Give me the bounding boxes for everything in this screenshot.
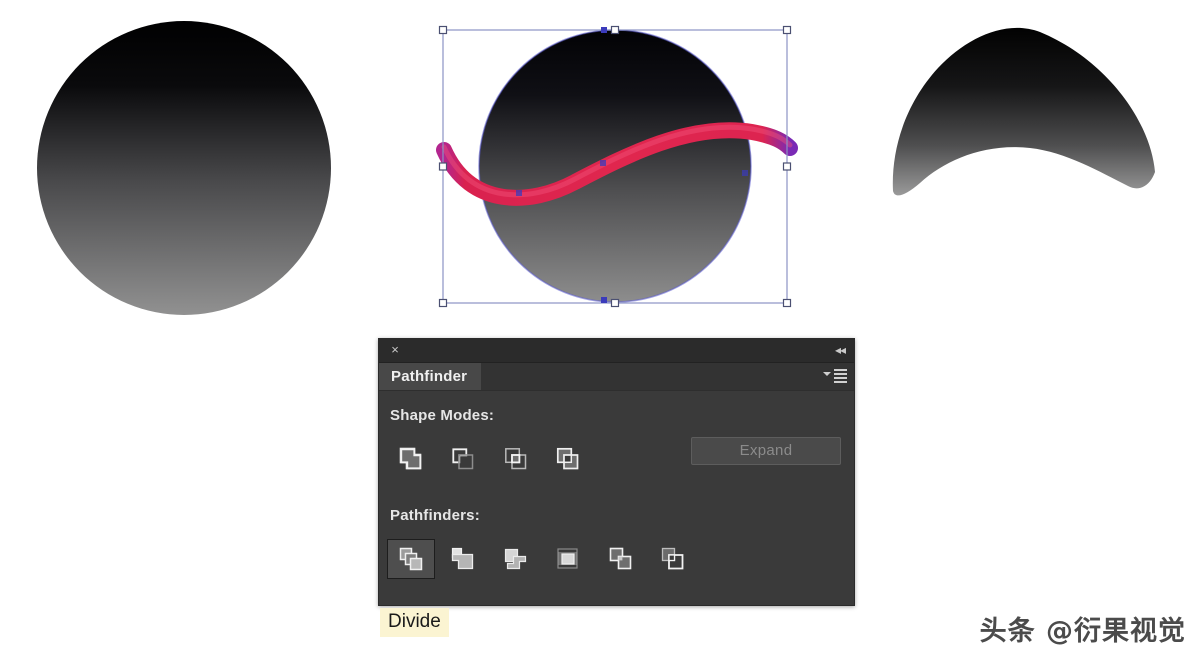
shape-mode-minus-front-button[interactable] [439, 439, 487, 479]
shape-divided-result[interactable] [892, 27, 1155, 196]
shape-mode-unite-button[interactable] [387, 439, 435, 479]
tooltip-divide: Divide [380, 608, 449, 637]
hamburger-icon [834, 369, 847, 383]
pathfinders-label: Pathfinders: [390, 507, 480, 524]
pathfinders-row [387, 539, 697, 579]
shape-modes-row [387, 439, 592, 479]
panel-tab-row[interactable]: Pathfinder [379, 363, 854, 391]
pathfinder-divide-button[interactable] [387, 539, 435, 579]
close-icon[interactable]: × [388, 343, 402, 357]
shape-modes-label: Shape Modes: [390, 407, 495, 424]
pathfinder-crop-button[interactable] [544, 539, 592, 579]
panel-body: Shape Modes: Expand Pathfinders: [379, 391, 854, 606]
shape-mode-exclude-button[interactable] [544, 439, 592, 479]
pathfinder-panel[interactable]: × ◂◂ Pathfinder Shape Modes: Expand Path… [378, 338, 855, 606]
watermark: 头条 @衍果视觉 [979, 616, 1186, 647]
shape-circle-original[interactable] [37, 21, 331, 315]
pathfinder-trim-button[interactable] [439, 539, 487, 579]
panel-menu-icon[interactable] [823, 368, 847, 384]
pathfinder-outline-button[interactable] [597, 539, 645, 579]
shape-mode-intersect-button[interactable] [492, 439, 540, 479]
pathfinder-merge-button[interactable] [492, 539, 540, 579]
tab-pathfinder[interactable]: Pathfinder [379, 363, 482, 390]
collapse-panel-icon[interactable]: ◂◂ [835, 342, 846, 358]
expand-button[interactable]: Expand [691, 437, 841, 465]
panel-titlebar[interactable]: × ◂◂ [379, 339, 854, 363]
pathfinder-minus-back-button[interactable] [649, 539, 697, 579]
chevron-down-icon [823, 372, 831, 376]
